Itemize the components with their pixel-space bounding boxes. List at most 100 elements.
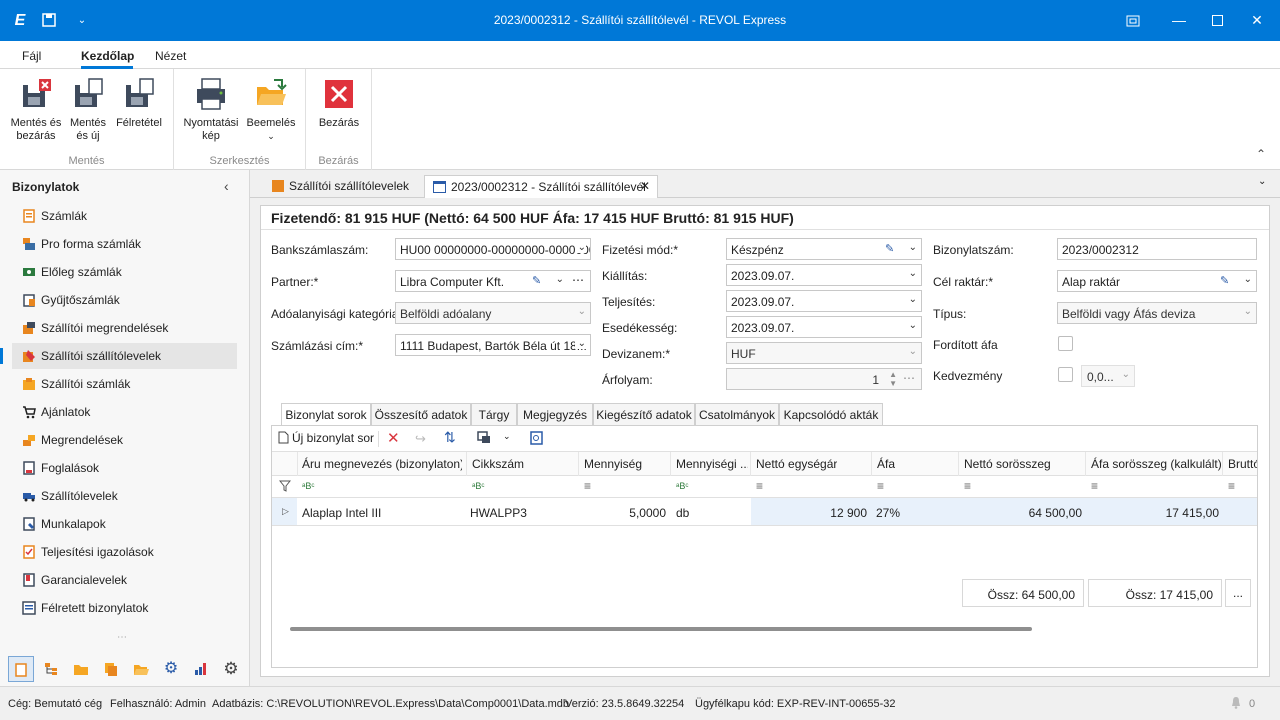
move-row-icon[interactable]: ↪ (415, 431, 426, 447)
chevron-down-icon[interactable]: ⌄ (909, 320, 917, 331)
tab-related-files[interactable]: Kapcsolódó akták (779, 403, 883, 425)
chevron-down-icon[interactable]: ⌄ (1244, 306, 1252, 317)
text-filter-icon[interactable]: ᵃBᶜ (302, 481, 315, 491)
discount-field[interactable]: 0,0... ⌄ (1081, 365, 1135, 387)
col-vat-total[interactable]: Áfa sorösszeg (kalkulált) (1091, 457, 1222, 471)
equals-filter-icon[interactable]: ≡ (1091, 479, 1098, 493)
sidebar-item-proforma[interactable]: Pro forma számlák (12, 231, 237, 257)
fulfilment-date-field[interactable]: 2023.09.07. ⌄ (726, 290, 922, 312)
save-new-button[interactable]: Mentés és új (64, 77, 112, 143)
copy-rows-dropdown-icon[interactable]: ⌄ (503, 431, 511, 442)
collapse-ribbon-icon[interactable]: ⌃ (1256, 147, 1266, 161)
chevron-down-icon[interactable]: ⌄ (578, 306, 586, 317)
tab-current-document[interactable]: 2023/0002312 - Szállítói szállítólevél ✕ (424, 175, 658, 198)
col-item-name[interactable]: Áru megnevezés (bizonylaton) (302, 457, 462, 471)
equals-filter-icon[interactable]: ≡ (756, 479, 763, 493)
sidebar-item-advance[interactable]: Előleg számlák (12, 259, 237, 285)
footer-more-button[interactable]: ... (1225, 579, 1251, 607)
close-document-button[interactable]: Bezárás (314, 77, 364, 130)
import-button[interactable]: Beemelés ⌄ (244, 77, 298, 143)
document-number-field[interactable]: 2023/0002312 (1057, 238, 1257, 260)
table-row[interactable]: ▷ Alaplap Intel III HWALPP3 5,0000 db 12… (272, 498, 1257, 526)
exchange-rate-field[interactable]: 1 ▲ ▼ ⋯ (726, 368, 922, 390)
tab-supplier-deliveries-list[interactable]: Szállítói szállítólevelek (272, 175, 420, 198)
tax-category-field[interactable]: Belföldi adóalany ⌄ (395, 302, 591, 324)
copy-module-icon[interactable] (100, 658, 122, 680)
sidebar-item-certificates[interactable]: Teljesítési igazolások (12, 539, 237, 565)
new-row-button[interactable]: Új bizonylat sor (278, 431, 374, 445)
sidebar-item-supplier-orders[interactable]: Szállítói megrendelések (12, 315, 237, 341)
bank-account-field[interactable]: HU00 00000000-00000000-00000000 ⌄ (395, 238, 591, 260)
sidebar-item-quotes[interactable]: Ajánlatok (12, 399, 237, 425)
folder-module-icon[interactable] (70, 658, 92, 680)
tab-attachments[interactable]: Csatolmányok (695, 403, 779, 425)
bell-icon[interactable] (1230, 696, 1242, 712)
partner-field[interactable]: Libra Computer Kft. ✎ ⌄ ⋯ (395, 270, 591, 292)
sidebar-item-supplier-deliveries[interactable]: Szállítói szállítólevelek (0, 343, 237, 369)
tab-overflow-dropdown-icon[interactable]: ⌄ (1258, 176, 1266, 187)
text-filter-icon[interactable]: ᵃBᶜ (472, 481, 485, 491)
equals-filter-icon[interactable]: ≡ (584, 479, 591, 493)
discount-checkbox[interactable] (1058, 367, 1073, 382)
tab-summary-data[interactable]: Összesítő adatok (371, 403, 471, 425)
sidebar-item-supplier-invoices[interactable]: Szállítói számlák (12, 371, 237, 397)
sidebar-item-collective[interactable]: Gyűjtőszámlák (12, 287, 237, 313)
col-quantity[interactable]: Mennyiség (584, 457, 642, 471)
more-options-icon[interactable]: ⋯ (572, 273, 584, 287)
chevron-down-icon[interactable]: ⌄ (556, 274, 564, 285)
hierarchy-module-icon[interactable] (40, 658, 62, 680)
equals-filter-icon[interactable]: ≡ (964, 479, 971, 493)
equals-filter-icon[interactable]: ≡ (877, 479, 884, 493)
delete-row-icon[interactable]: ✕ (387, 429, 400, 447)
type-field[interactable]: Belföldi vagy Áfás deviza ⌄ (1057, 302, 1257, 324)
edit-pencil-icon[interactable]: ✎ (885, 242, 894, 255)
tab-extra-data[interactable]: Kiegészítő adatok (593, 403, 695, 425)
currency-field[interactable]: HUF ⌄ (726, 342, 922, 364)
open-folder-module-icon[interactable] (130, 658, 152, 680)
restore-layout-icon[interactable] (1110, 0, 1156, 41)
sidebar-item-reservations[interactable]: Foglalások (12, 455, 237, 481)
chevron-down-icon[interactable]: ⌄ (909, 242, 917, 253)
menu-file[interactable]: Fájl (22, 49, 41, 63)
edit-pencil-icon[interactable]: ✎ (532, 274, 541, 287)
close-window-button[interactable]: ✕ (1234, 0, 1280, 41)
col-unit[interactable]: Mennyiségi ... (676, 457, 748, 471)
chart-module-icon[interactable] (190, 658, 212, 680)
col-sku[interactable]: Cikkszám (472, 457, 524, 471)
sidebar-item-orders[interactable]: Megrendelések (12, 427, 237, 453)
tab-document-rows[interactable]: Bizonylat sorok (281, 403, 371, 426)
chevron-down-icon[interactable]: ⌄ (909, 294, 917, 305)
chevron-down-icon[interactable]: ⌄ (574, 242, 586, 253)
documents-module-icon[interactable] (8, 656, 34, 682)
sidebar-item-szamlak[interactable]: Számlák (12, 203, 237, 229)
payment-method-field[interactable]: Készpénz ✎ ⌄ (726, 238, 922, 260)
menu-home[interactable]: Kezdőlap (81, 49, 134, 63)
reverse-vat-checkbox[interactable] (1058, 336, 1073, 351)
chevron-down-icon[interactable]: ⌄ (1122, 369, 1130, 380)
chevron-down-icon[interactable]: ⌄ (909, 268, 917, 279)
preview-search-icon[interactable] (530, 431, 544, 448)
print-preview-button[interactable]: Nyomtatási kép (182, 77, 240, 143)
import-dropdown-icon[interactable]: ⌄ (244, 130, 298, 143)
equals-filter-icon[interactable]: ≡ (1228, 479, 1235, 493)
col-net-total[interactable]: Nettó sorösszeg (964, 457, 1051, 471)
filter-icon[interactable] (278, 480, 292, 495)
text-filter-icon[interactable]: ᵃBᶜ (676, 481, 689, 491)
copy-rows-icon[interactable] (477, 431, 491, 447)
menu-view[interactable]: Nézet (155, 49, 186, 63)
chevron-down-icon[interactable]: ⌄ (1244, 274, 1252, 285)
billing-address-field[interactable]: 1111 Budapest, Bartók Béla út 18... ⌄ (395, 334, 591, 356)
col-gross[interactable]: Bruttó (1228, 457, 1257, 471)
tab-notes[interactable]: Megjegyzés (517, 403, 593, 425)
target-warehouse-field[interactable]: Alap raktár ✎ ⌄ (1057, 270, 1257, 292)
set-aside-button[interactable]: Félretétel (112, 77, 166, 130)
spin-icon[interactable]: ▲ ▼ (889, 370, 897, 388)
expand-row-icon[interactable]: ▷ (282, 506, 289, 517)
edit-pencil-icon[interactable]: ✎ (1220, 274, 1229, 287)
chevron-down-icon[interactable]: ⌄ (574, 338, 586, 349)
gear-icon[interactable]: ⚙ (220, 658, 242, 680)
sidebar-item-warranties[interactable]: Garancialevelek (12, 567, 237, 593)
collapse-sidebar-icon[interactable]: ‹ (224, 178, 229, 194)
sidebar-item-parked[interactable]: Félretett bizonylatok (12, 595, 237, 621)
sort-rows-icon[interactable]: ⇅ (444, 429, 456, 446)
